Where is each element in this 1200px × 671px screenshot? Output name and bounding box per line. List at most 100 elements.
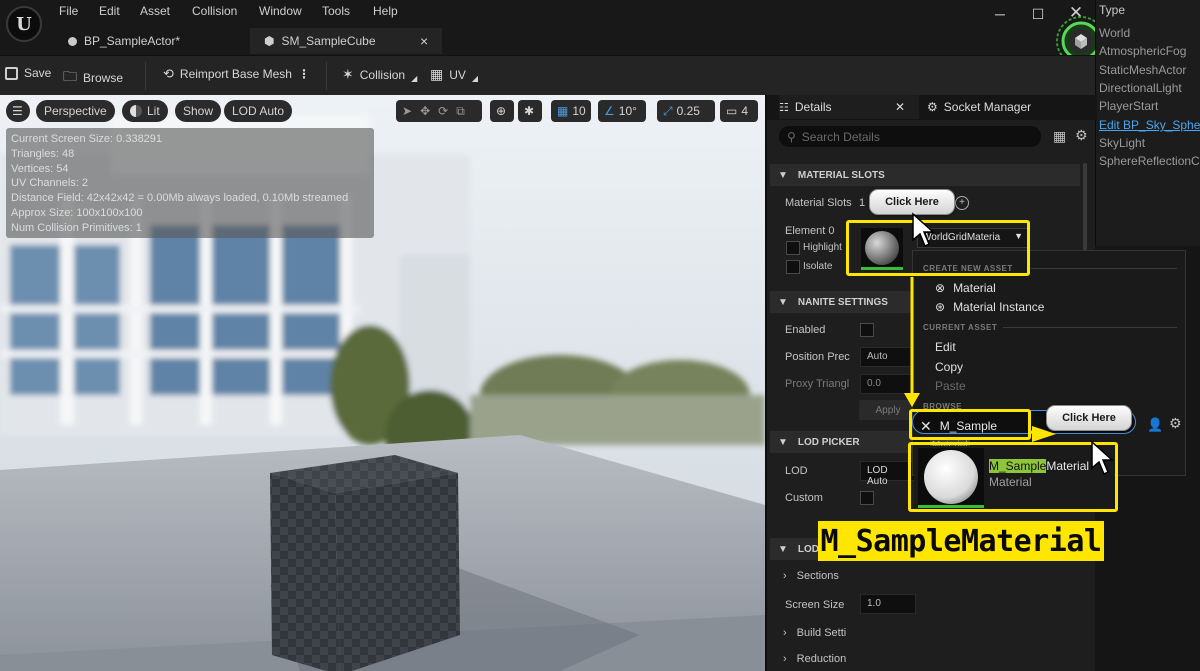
isolate-checkbox[interactable] — [786, 260, 800, 274]
build-settings-row[interactable]: › Build Setti — [783, 627, 846, 639]
stat-line: Vertices: 54 — [11, 162, 69, 175]
menu-file[interactable]: File — [59, 4, 78, 18]
custom-lod-checkbox[interactable] — [860, 491, 874, 505]
expand-arrow-icon: › — [783, 627, 787, 639]
browse-folder-icon: 🗀 — [63, 68, 77, 84]
position-precision-label: Position Prec — [785, 351, 850, 363]
uv-button[interactable]: ▦ UV ◢ — [430, 66, 478, 83]
select-mode-icon[interactable]: ➤ — [402, 104, 412, 118]
user-filter-icon[interactable]: 👤 — [1147, 417, 1163, 433]
tab-socket-manager[interactable]: ⚙ Socket Manager — [927, 95, 1031, 119]
outliner-item[interactable]: StaticMeshActor — [1099, 63, 1186, 77]
lit-button[interactable]: Lit — [122, 100, 168, 122]
outliner-item[interactable]: SkyLight — [1099, 136, 1145, 150]
highlight-checkbox[interactable] — [786, 241, 800, 255]
rotation-snap-button[interactable]: ∠ 10° — [598, 100, 646, 122]
menu-help[interactable]: Help — [373, 4, 398, 18]
collapse-arrow-icon: ▼ — [778, 436, 788, 448]
surface-snap-button[interactable]: ✱ — [518, 100, 542, 122]
menu-tools[interactable]: Tools — [322, 4, 350, 18]
stat-line: UV Channels: 2 — [11, 177, 89, 190]
table-view-icon[interactable]: ▦ — [1053, 128, 1066, 145]
screen-size-input[interactable]: 1.0 — [860, 594, 916, 614]
perspective-label: Perspective — [44, 104, 107, 118]
reimport-button[interactable]: ⟲ Reimport Base Mesh ⋮ — [163, 66, 310, 82]
material-slots-header[interactable]: ▼ MATERIAL SLOTS — [770, 164, 1080, 186]
maximize-icon[interactable]: ☐ — [1028, 6, 1048, 26]
uv-grid-icon: ▦ — [430, 66, 444, 82]
collapse-arrow-icon: ▼ — [778, 543, 788, 555]
perspective-button[interactable]: Perspective — [36, 100, 115, 122]
details-tab-label: Details — [794, 100, 832, 114]
add-slot-icon[interactable]: + — [955, 196, 969, 210]
outliner-item[interactable]: DirectionalLight — [1099, 81, 1182, 95]
static-mesh-icon: ⬢ — [264, 34, 275, 48]
camera-speed-button[interactable]: ▭ 4 — [720, 100, 758, 122]
lod-auto-button[interactable]: LOD Auto — [224, 100, 293, 122]
outliner-type-header[interactable]: Type — [1099, 3, 1125, 17]
coordinate-system-button[interactable]: ⊕ — [490, 100, 514, 122]
nanite-enabled-checkbox[interactable] — [860, 323, 874, 337]
save-button[interactable]: Save — [5, 66, 51, 80]
more-options-icon[interactable]: ⋮ — [298, 67, 310, 81]
outliner-item[interactable]: PlayerStart — [1099, 99, 1158, 113]
outliner-item[interactable]: SphereReflectionCa — [1099, 154, 1200, 168]
collision-icon: ✶ — [342, 66, 354, 82]
tab-sm-samplecube[interactable]: ⬢ SM_SampleCube × — [250, 28, 442, 54]
search-icon: ⚲ — [787, 129, 796, 144]
camera-speed-value: 4 — [741, 104, 749, 118]
browse-label: Browse — [83, 71, 124, 85]
annotation-arrows — [904, 277, 1045, 434]
translate-icon[interactable]: ✥ — [420, 104, 430, 118]
section-title: LOD PICKER — [797, 436, 860, 448]
scale-snap-button[interactable]: ⤢ 0.25 — [657, 100, 715, 122]
minimize-icon[interactable]: ─ — [990, 6, 1010, 26]
search-details-input[interactable]: ⚲ Search Details — [779, 126, 1041, 147]
collision-button[interactable]: ✶ Collision ◢ — [342, 66, 417, 83]
screen-size-label: Screen Size — [785, 599, 845, 611]
toolbar-divider — [326, 62, 327, 90]
tab-details[interactable]: ☷ Details ✕ — [779, 95, 919, 119]
reduction-label: Reduction — [796, 653, 847, 665]
highlight-label: Highlight — [803, 242, 842, 253]
tab-bp-sampleactor[interactable]: BP_SampleActor* — [54, 28, 250, 54]
viewport[interactable]: ☰ Perspective Lit Show LOD Auto ➤ ✥ ⟳ ⧉ … — [0, 95, 765, 671]
grid-snap-value: 10 — [572, 104, 586, 118]
title-bar: U File Edit Asset Collision Window Tools… — [0, 0, 1106, 66]
hamburger-icon: ☰ — [12, 104, 23, 118]
show-button[interactable]: Show — [175, 100, 222, 122]
grid-snap-button[interactable]: ▦ 10 — [551, 100, 591, 122]
close-tab-icon[interactable]: ✕ — [895, 100, 905, 114]
menu-collision[interactable]: Collision — [192, 4, 237, 18]
world-axes-icon: ⊕ — [496, 104, 507, 118]
stat-line: Distance Field: 42x42x42 = 0.00Mb always… — [11, 192, 349, 205]
uv-label: UV — [449, 67, 466, 82]
lit-icon — [130, 105, 142, 117]
search-placeholder: Search Details — [801, 129, 880, 144]
details-scrollbar[interactable] — [1083, 163, 1087, 253]
isolate-label: Isolate — [803, 261, 833, 272]
dropdown-arrow-icon: ◢ — [411, 74, 418, 83]
menu-edit[interactable]: Edit — [99, 4, 120, 18]
proxy-triangle-label: Proxy Triangl — [785, 378, 850, 390]
close-tab-icon[interactable]: × — [420, 33, 428, 49]
rotate-icon[interactable]: ⟳ — [438, 104, 448, 118]
sections-row[interactable]: › Sections — [783, 570, 839, 582]
outliner-item-link[interactable]: Edit BP_Sky_Sphere — [1099, 118, 1200, 132]
outliner-item[interactable]: AtmosphericFog — [1099, 44, 1186, 58]
highlight-box-result — [908, 442, 1118, 512]
unreal-logo-icon[interactable]: U — [6, 6, 42, 42]
grid-snap-icon: ▦ — [557, 104, 569, 118]
menu-window[interactable]: Window — [259, 4, 302, 18]
divider — [1031, 268, 1177, 269]
enabled-label: Enabled — [785, 324, 826, 336]
reduction-row[interactable]: › Reduction — [783, 653, 846, 665]
menu-asset[interactable]: Asset — [140, 4, 170, 18]
lod-label: LOD — [785, 465, 808, 477]
browse-button[interactable]: 🗀 Browse — [63, 66, 123, 90]
outliner-item[interactable]: World — [1099, 26, 1130, 40]
settings-gear-icon[interactable]: ⚙ — [1169, 415, 1182, 432]
scale-icon[interactable]: ⧉ — [456, 104, 465, 119]
viewport-menu-button[interactable]: ☰ — [6, 100, 30, 122]
settings-gear-icon[interactable]: ⚙ — [1075, 127, 1088, 144]
